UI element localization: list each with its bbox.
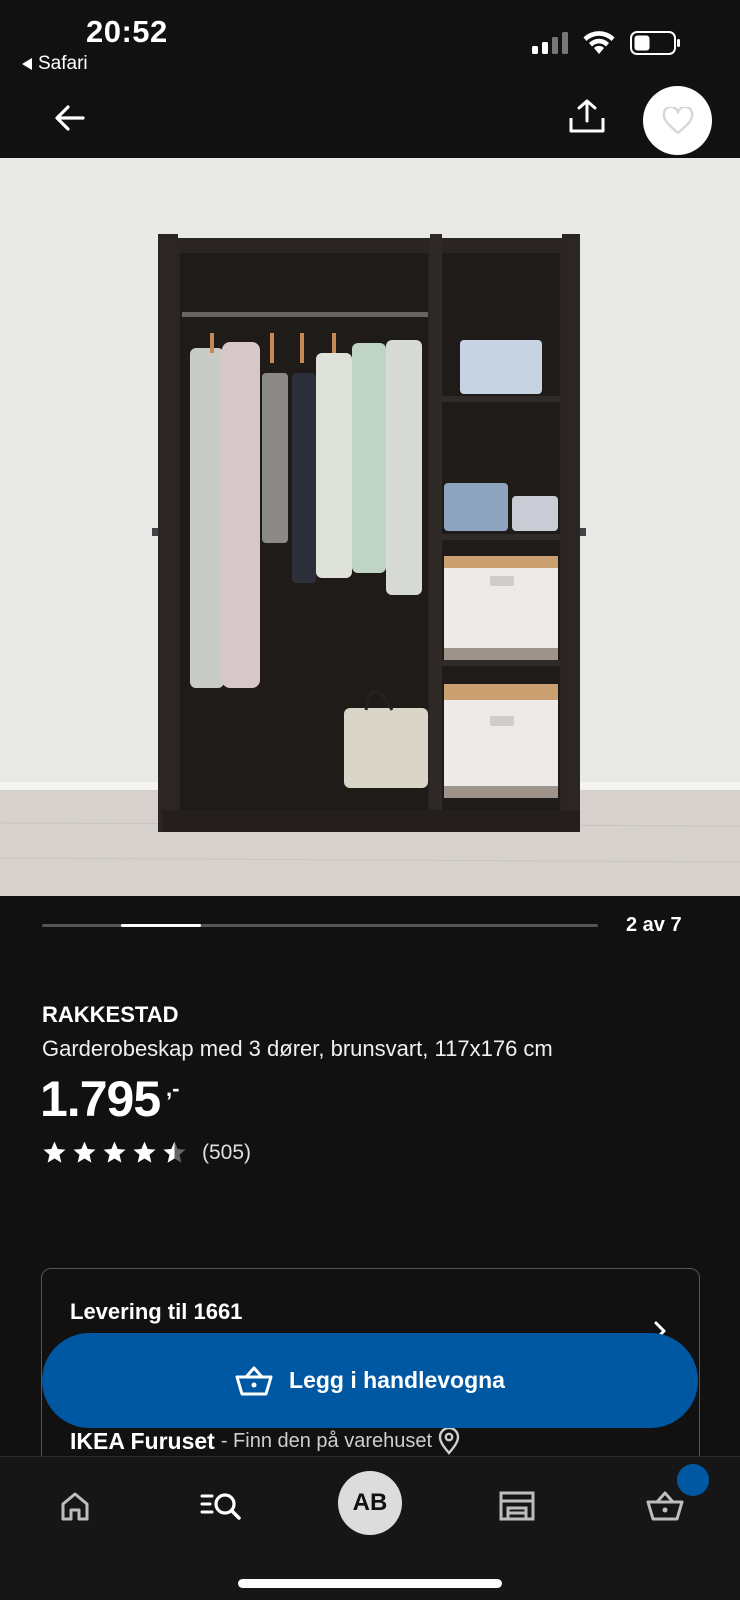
cellular-signal-icon bbox=[532, 32, 568, 54]
review-count: (505) bbox=[202, 1140, 252, 1164]
product-price: 1.795 bbox=[40, 1071, 161, 1127]
store-availability[interactable]: IKEA Furuset - Finn den på varehuset bbox=[70, 1427, 460, 1455]
back-to-app-link[interactable]: Safari bbox=[22, 53, 88, 75]
shopping-basket-icon bbox=[235, 1366, 273, 1395]
avatar[interactable]: AB bbox=[338, 1471, 402, 1535]
store-hint: - Finn den på varehuset bbox=[220, 1429, 433, 1452]
delivery-title: Levering til 1661 bbox=[70, 1299, 243, 1324]
gallery-progress-fill bbox=[121, 924, 201, 927]
star-half-icon bbox=[163, 1141, 186, 1163]
app-header bbox=[0, 80, 740, 158]
home-icon bbox=[61, 1492, 89, 1521]
favorite-button[interactable] bbox=[643, 86, 712, 155]
tab-home[interactable] bbox=[48, 1479, 102, 1533]
arrow-left-icon bbox=[55, 105, 85, 131]
product-description: Garderobeskap med 3 dører, brunsvart, 11… bbox=[42, 1036, 553, 1061]
heart-icon bbox=[662, 106, 693, 134]
back-app-label: Safari bbox=[38, 53, 88, 74]
tab-search[interactable] bbox=[194, 1479, 248, 1533]
search-list-icon bbox=[200, 1493, 241, 1520]
product-name: RAKKESTAD bbox=[42, 1002, 179, 1027]
star-icon bbox=[133, 1141, 156, 1163]
share-button[interactable] bbox=[565, 94, 609, 138]
battery-icon bbox=[630, 31, 680, 55]
cart-badge bbox=[677, 1464, 709, 1496]
bottom-tab-bar: AB bbox=[0, 1456, 740, 1600]
store-icon bbox=[499, 1491, 535, 1521]
add-to-cart-button[interactable]: Legg i handlevogna bbox=[42, 1333, 698, 1428]
store-name: IKEA Furuset bbox=[70, 1427, 215, 1454]
price-suffix: ,- bbox=[166, 1076, 180, 1101]
star-icon bbox=[73, 1141, 96, 1163]
product-rating[interactable]: (505) bbox=[42, 1140, 251, 1165]
back-button[interactable] bbox=[48, 96, 92, 140]
status-time: 20:52 bbox=[86, 14, 168, 49]
add-to-cart-label: Legg i handlevogna bbox=[289, 1367, 505, 1393]
tab-stores[interactable] bbox=[490, 1479, 544, 1533]
star-icon bbox=[103, 1141, 126, 1163]
cart-icon bbox=[646, 1491, 684, 1521]
gallery-progress-track bbox=[42, 924, 598, 927]
back-triangle-icon bbox=[22, 58, 32, 70]
star-icon bbox=[43, 1141, 66, 1163]
status-bar: 20:52 Safari bbox=[0, 0, 740, 80]
wifi-icon bbox=[583, 31, 615, 54]
share-icon bbox=[569, 99, 605, 133]
wardrobe-photo bbox=[0, 158, 740, 896]
gallery-counter: 2 av 7 bbox=[626, 914, 682, 936]
home-indicator bbox=[238, 1579, 502, 1588]
product-image[interactable] bbox=[0, 158, 740, 896]
location-pin-icon bbox=[438, 1427, 460, 1455]
